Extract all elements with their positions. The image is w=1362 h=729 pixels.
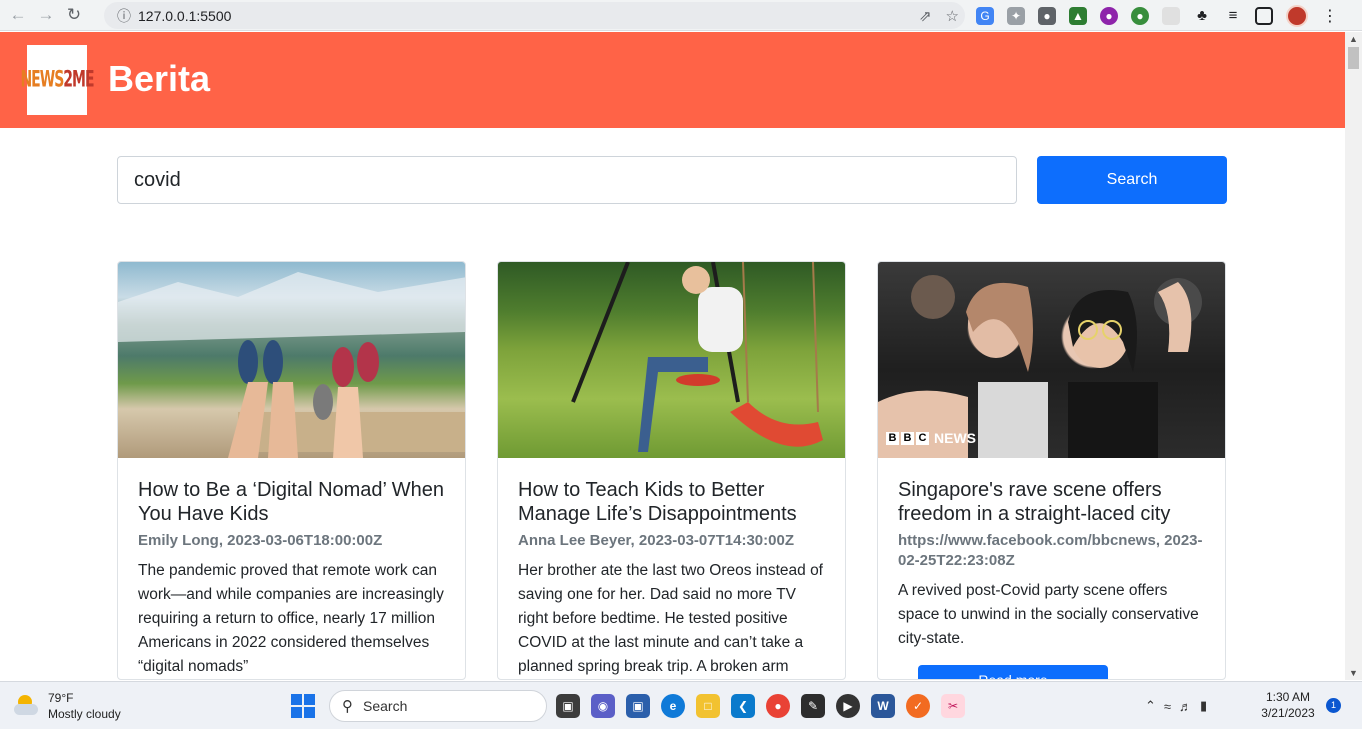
site-info-icon[interactable]: ⓘ — [110, 6, 138, 26]
side-panel-icon[interactable] — [1255, 6, 1273, 25]
article-title[interactable]: How to Teach Kids to Better Manage Life’… — [518, 478, 825, 526]
site-title: Berita — [108, 58, 211, 99]
vscode-icon[interactable]: ❮ — [731, 694, 755, 718]
extension-icon[interactable]: ✦ — [1007, 6, 1025, 25]
start-button[interactable] — [291, 694, 315, 718]
search-button[interactable]: Search — [1037, 156, 1227, 204]
share-icon[interactable]: ⇗ — [919, 7, 932, 25]
taskbar-search[interactable]: ⚲ Search — [329, 690, 547, 722]
article-meta: Emily Long, 2023-03-06T18:00:00Z — [138, 532, 383, 549]
forward-icon[interactable]: → — [32, 2, 60, 28]
weather-description: Mostly cloudy — [48, 707, 121, 721]
bookmark-star-icon[interactable]: ☆ — [946, 7, 959, 25]
address-bar[interactable]: ⓘ 127.0.0.1:5500 ⇗ ☆ — [104, 2, 965, 29]
article-title[interactable]: Singapore's rave scene offers freedom in… — [898, 478, 1205, 526]
article-description: A revived post-Covid party scene offers … — [898, 582, 1199, 647]
store-icon[interactable]: ▣ — [626, 694, 650, 718]
system-clock[interactable]: 1:30 AM 3/21/2023 — [1258, 689, 1318, 721]
battery-icon[interactable]: ▮ — [1200, 698, 1207, 714]
media-player-icon[interactable]: ▶ — [836, 694, 860, 718]
article-description: Her brother ate the last two Oreos inste… — [518, 562, 823, 675]
search-icon: ⚲ — [342, 698, 353, 715]
task-view-icon[interactable]: ▣ — [556, 694, 580, 718]
site-logo[interactable]: NEWS2ME — [20, 45, 95, 115]
reading-list-icon[interactable]: ≡ — [1224, 7, 1242, 25]
browser-toolbar: ← → ↻ ⓘ 127.0.0.1:5500 ⇗ ☆ G ✦ ● ▲ ● ● ♣… — [0, 0, 1362, 31]
scroll-thumb[interactable] — [1348, 47, 1359, 69]
news-card: How to Be a ‘Digital Nomad’ When You Hav… — [117, 261, 466, 680]
article-title[interactable]: How to Be a ‘Digital Nomad’ When You Hav… — [138, 478, 445, 526]
news-card: BBC NEWS Singapore's rave scene offers f… — [877, 261, 1226, 680]
clock-date: 3/21/2023 — [1261, 706, 1315, 720]
puzzle-icon[interactable]: ♣ — [1193, 7, 1211, 25]
news-card: How to Teach Kids to Better Manage Life’… — [497, 261, 846, 680]
kebab-menu-icon[interactable]: ⋮ — [1321, 7, 1339, 25]
clock-time: 1:30 AM — [1265, 690, 1311, 704]
edge-icon[interactable]: e — [661, 694, 685, 718]
scroll-down-icon[interactable]: ▼ — [1349, 668, 1358, 678]
weather-widget[interactable]: 79°F Mostly cloudy — [14, 690, 121, 722]
profile-avatar[interactable] — [1286, 4, 1308, 27]
wifi-icon[interactable]: ≈ — [1164, 699, 1171, 714]
bug-extension-icon[interactable]: ● — [1038, 6, 1056, 25]
sticky-notes-icon[interactable]: ✎ — [801, 694, 825, 718]
scroll-up-icon[interactable]: ▲ — [1349, 34, 1358, 44]
article-meta: https://www.facebook.com/bbcnews, 2023-0… — [898, 532, 1203, 569]
article-image: BBC NEWS — [878, 262, 1225, 458]
chevron-up-icon[interactable]: ⌃ — [1145, 698, 1156, 714]
tree-extension-icon[interactable]: ▲ — [1069, 6, 1087, 25]
page-scrollbar[interactable]: ▲ ▼ — [1345, 32, 1362, 680]
reload-icon[interactable]: ↻ — [60, 2, 88, 28]
article-image — [498, 262, 845, 458]
snipping-tool-icon[interactable]: ✂ — [941, 694, 965, 718]
word-icon[interactable]: W — [871, 694, 895, 718]
read-more-button[interactable]: Read more — [918, 665, 1108, 679]
windows-taskbar: 79°F Mostly cloudy ⚲ Search ▣ ◉ ▣ e □ ❮ … — [0, 681, 1362, 729]
grid-extension-icon[interactable] — [1162, 6, 1180, 25]
partly-cloudy-icon — [14, 695, 40, 717]
site-header: NEWS2ME Berita — [0, 32, 1345, 128]
taskbar-search-label: Search — [363, 698, 408, 714]
article-image — [118, 262, 465, 458]
article-description: The pandemic proved that remote work can… — [138, 562, 444, 675]
weather-temperature: 79°F — [48, 691, 74, 705]
file-explorer-icon[interactable]: □ — [696, 694, 720, 718]
teams-chat-icon[interactable]: ◉ — [591, 694, 615, 718]
chrome-icon[interactable]: ● — [766, 694, 790, 718]
bbc-news-watermark: BBC NEWS — [886, 430, 976, 446]
app-orange-icon[interactable]: ✓ — [906, 694, 930, 718]
translate-extension-icon[interactable]: G — [976, 6, 994, 25]
back-icon[interactable]: ← — [4, 2, 32, 28]
address-bar-url[interactable]: 127.0.0.1:5500 — [138, 8, 231, 24]
article-meta: Anna Lee Beyer, 2023-03-07T14:30:00Z — [518, 532, 794, 549]
volume-icon[interactable]: ♬ — [1179, 699, 1192, 714]
globe-extension-icon[interactable]: ● — [1131, 6, 1149, 25]
news-search-input[interactable] — [117, 156, 1017, 204]
notification-badge[interactable]: 1 — [1326, 698, 1341, 713]
purple-extension-icon[interactable]: ● — [1100, 6, 1118, 25]
